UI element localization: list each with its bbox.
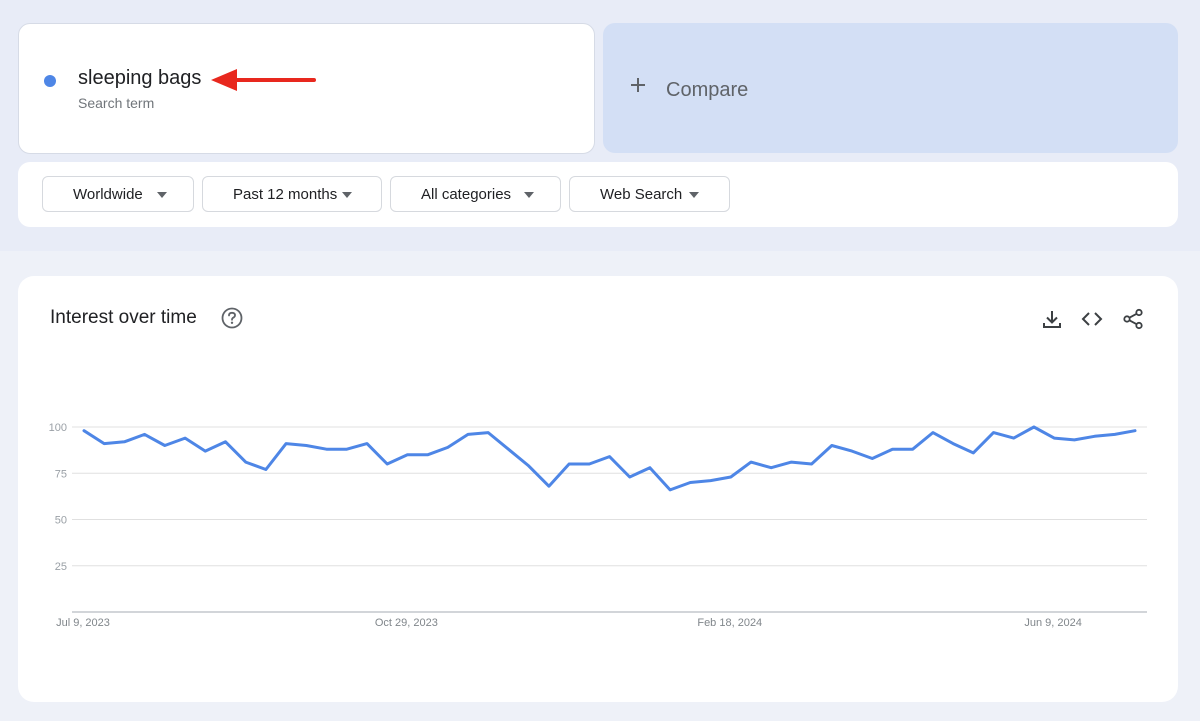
- category-filter-label: All categories: [421, 186, 512, 203]
- annotation-arrow: [211, 69, 316, 91]
- location-filter-label: Worldwide: [73, 186, 143, 203]
- caret-down-icon: [689, 192, 699, 198]
- caret-down-icon: [342, 192, 352, 198]
- location-filter[interactable]: Worldwide: [42, 176, 194, 212]
- filter-bar: Worldwide Past 12 months All categories …: [18, 162, 1178, 227]
- search-term-name[interactable]: sleeping bags: [78, 67, 201, 90]
- panel-title: Interest over time: [50, 307, 197, 328]
- caret-down-icon: [157, 192, 167, 198]
- download-icon[interactable]: [1041, 308, 1063, 330]
- search-term-subtitle: Search term: [78, 95, 155, 111]
- caret-down-icon: [524, 192, 534, 198]
- plus-icon: [631, 78, 645, 92]
- search-type-filter-label: Web Search: [600, 186, 683, 203]
- time-range-filter-label: Past 12 months: [233, 186, 338, 203]
- help-icon[interactable]: [221, 307, 243, 329]
- share-icon[interactable]: [1122, 308, 1144, 330]
- time-range-filter[interactable]: Past 12 months: [202, 176, 382, 212]
- series-color-dot: [44, 75, 56, 87]
- search-type-filter[interactable]: Web Search: [569, 176, 730, 212]
- compare-button[interactable]: Compare: [603, 23, 1178, 153]
- embed-code-icon[interactable]: [1081, 308, 1103, 330]
- interest-over-time-panel: Interest over time: [18, 276, 1178, 702]
- search-term-card[interactable]: sleeping bags Search term: [18, 23, 595, 154]
- compare-label: Compare: [666, 79, 749, 101]
- category-filter[interactable]: All categories: [390, 176, 561, 212]
